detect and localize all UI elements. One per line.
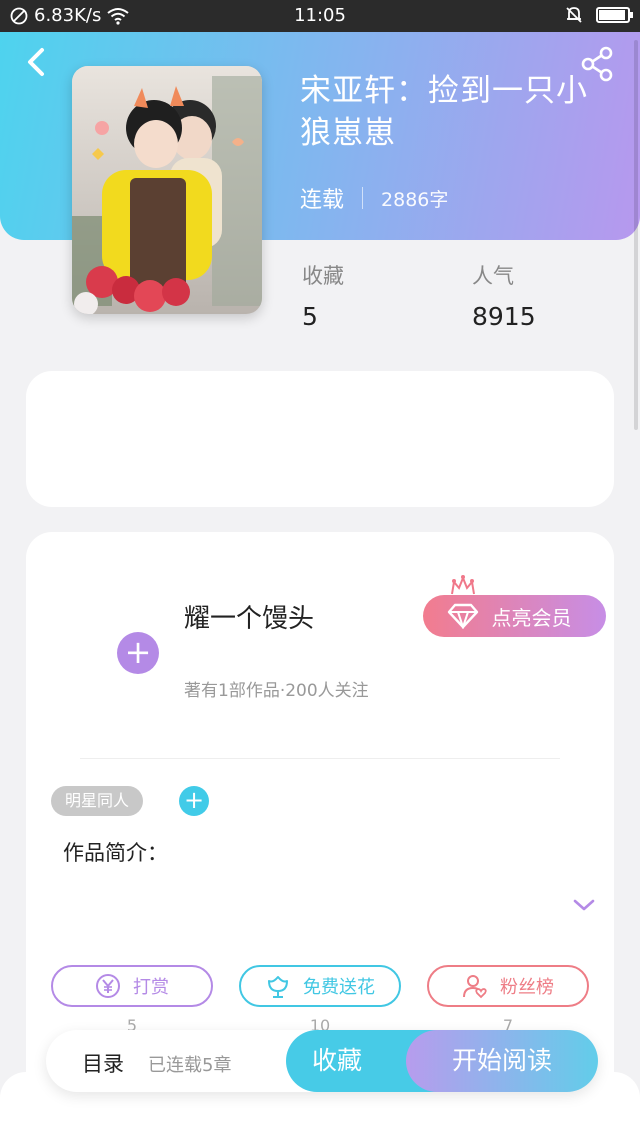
book-meta: 连载 2886字 [300, 182, 448, 214]
back-icon[interactable] [22, 46, 50, 78]
book-title: 宋亚轩：捡到一只小狼崽崽 [300, 73, 588, 151]
chevron-down-icon[interactable] [572, 896, 596, 914]
stat-label: 收藏 [302, 264, 344, 288]
word-count: 2886字 [381, 188, 449, 211]
table-of-contents-button[interactable]: 目录 [82, 1048, 124, 1078]
stat-favorites: 收藏 5 [302, 260, 344, 331]
bottom-action-bar: 目录 已连载5章 收藏 开始阅读 [46, 1030, 598, 1092]
meta-divider [362, 187, 364, 209]
send-flower-button[interactable]: 免费送花 [239, 965, 401, 1007]
intro-label: 作品简介： [63, 841, 168, 865]
chapter-count: 已连载5章 [148, 1055, 232, 1076]
stat-value: 5 [302, 302, 318, 331]
diamond-icon [447, 603, 479, 629]
battery-icon [596, 7, 633, 23]
add-tag-button[interactable]: + [179, 786, 209, 816]
author-name[interactable]: 耀一个馒头 [184, 598, 314, 635]
send-flower-label: 免费送花 [303, 977, 375, 998]
bell-muted-icon [566, 7, 582, 23]
user-heart-icon [463, 975, 487, 999]
follow-author-button[interactable]: + [117, 632, 159, 674]
scrollbar[interactable] [634, 40, 638, 430]
tip-label: 打赏 [133, 977, 169, 998]
stat-label: 人气 [472, 264, 514, 288]
status-bar: 6.83K/s 11:05 [0, 0, 640, 32]
empty-card [26, 371, 614, 507]
clock: 11:05 [294, 5, 346, 26]
stat-value: 8915 [472, 302, 536, 331]
serial-status: 连载 [300, 188, 345, 213]
flower-icon [268, 976, 288, 998]
status-right [564, 5, 633, 25]
fan-rank-label: 粉丝榜 [500, 977, 554, 998]
stat-popularity: 人气 8915 [472, 260, 536, 331]
vip-label: 点亮会员 [491, 605, 572, 630]
book-cover[interactable] [72, 66, 262, 314]
yen-coin-icon [96, 974, 120, 998]
start-reading-button[interactable]: 开始阅读 [406, 1030, 598, 1092]
crown-icon [451, 575, 475, 595]
cover-image [72, 66, 262, 314]
tip-button[interactable]: 打赏 [51, 965, 213, 1007]
author-info: 著有1部作品·200人关注 [184, 681, 369, 701]
genre-tag[interactable]: 明星同人 [51, 786, 144, 816]
divider [80, 758, 560, 759]
fan-rank-button[interactable]: 粉丝榜 [427, 965, 589, 1007]
